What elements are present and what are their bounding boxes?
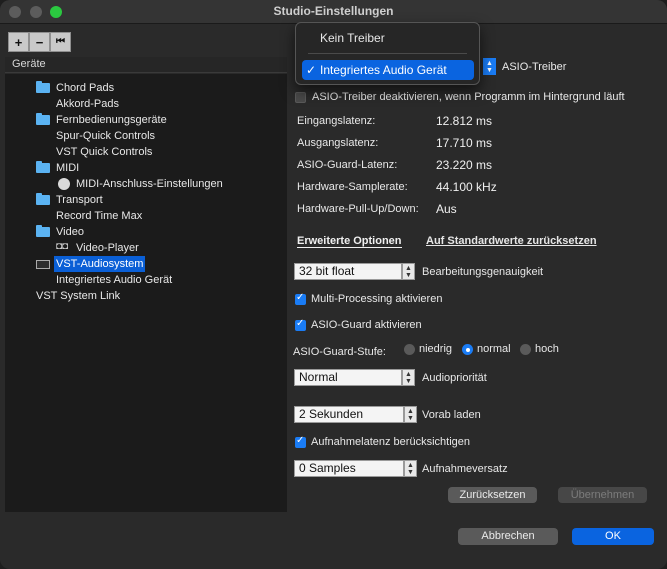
asio-guard-checkbox[interactable]	[295, 318, 306, 331]
pull-up-down-label: Hardware-Pull-Up/Down:	[297, 203, 419, 215]
record-offset-select[interactable]: 0 Samples	[294, 460, 404, 477]
tree-item-label: Record Time Max	[56, 210, 143, 222]
audio-priority-stepper[interactable]: ▲ ▼	[402, 369, 415, 386]
tree-item-label: VST Quick Controls	[56, 146, 153, 158]
checkmark-icon: ✓	[306, 63, 317, 77]
driver-dropdown-menu: Kein Treiber ✓ Integriertes Audio Gerät	[295, 22, 480, 85]
asio-guard-latency-label: ASIO-Guard-Latenz:	[297, 159, 398, 171]
menu-item-label: Kein Treiber	[320, 31, 385, 45]
radio-niedrig-label: niedrig	[419, 343, 453, 355]
tree-item-record-time-max[interactable]: Record Time Max	[56, 208, 142, 224]
reset-device-button[interactable]: ⏮	[50, 32, 71, 52]
record-offset-label: Aufnahmeversatz	[422, 463, 508, 475]
dialog-footer: Abbrechen OK	[0, 514, 667, 569]
radio-niedrig[interactable]	[404, 344, 415, 355]
tab-advanced-options[interactable]: Erweiterte Optionen	[297, 235, 402, 248]
device-tree: Chord Pads Akkord-Pads Fernbedienungsger…	[5, 74, 287, 512]
precision-label: Bearbeitungsgenauigkeit	[422, 266, 544, 278]
asio-guard-label: ASIO-Guard aktivieren	[311, 319, 422, 331]
record-latency-label: Aufnahmelatenz berücksichtigen	[311, 436, 470, 448]
window-title: Studio-Einstellungen	[273, 4, 394, 18]
remove-device-button[interactable]: −	[29, 32, 50, 52]
devices-header: Geräte	[5, 57, 287, 73]
precision-select[interactable]: 32 bit float	[294, 263, 402, 280]
device-toolbar: + − ⏮	[8, 32, 71, 52]
asio-guard-latency-value: 23.220 ms	[436, 158, 493, 172]
tree-item-vst-quick-controls[interactable]: VST Quick Controls	[56, 144, 152, 160]
folder-icon	[36, 81, 50, 93]
input-latency-value: 12.812 ms	[436, 114, 493, 128]
add-device-button[interactable]: +	[8, 32, 29, 52]
preload-select[interactable]: 2 Sekunden	[294, 406, 404, 423]
driver-stepper[interactable]: ▲ ▼	[483, 58, 496, 75]
reset-button[interactable]: Zurücksetzen	[448, 487, 537, 503]
menu-item-label: Integriertes Audio Gerät	[320, 63, 447, 77]
video-icon: ◘◘	[56, 241, 69, 252]
tree-item-label: VST System Link	[36, 290, 121, 302]
radio-normal-label: normal	[477, 343, 511, 355]
tree-item-spur-quick-controls[interactable]: Spur-Quick Controls	[56, 128, 155, 144]
settings-pane: ▲ ▼ ASIO-Treiber ASIO-Treiber deaktiviere…	[288, 26, 660, 512]
radio-hoch[interactable]	[520, 344, 531, 355]
tree-item-label: Video-Player	[76, 242, 139, 254]
tree-item-label: Chord Pads	[56, 82, 115, 94]
tree-item-label: MIDI	[56, 162, 80, 174]
precision-stepper[interactable]: ▲ ▼	[402, 263, 415, 280]
deactivate-driver-label: ASIO-Treiber deaktivieren, wenn Programm…	[312, 91, 625, 103]
tree-item-label: MIDI-Anschluss-Einstellungen	[76, 178, 223, 190]
radio-hoch-label: hoch	[535, 343, 559, 355]
multi-processing-checkbox[interactable]	[295, 292, 306, 305]
folder-icon	[36, 193, 50, 205]
tree-item-midi-anschluss[interactable]: MIDI-Anschluss-Einstellungen	[56, 176, 256, 192]
ok-button[interactable]: OK	[572, 528, 654, 545]
record-offset-stepper[interactable]: ▲ ▼	[404, 460, 417, 477]
tree-item-video-player[interactable]: ◘◘ Video-Player	[56, 240, 176, 256]
output-latency-value: 17.710 ms	[436, 136, 493, 150]
record-latency-checkbox[interactable]	[295, 435, 306, 448]
menu-item-integrated-audio[interactable]: ✓ Integriertes Audio Gerät	[302, 60, 474, 80]
tree-item-vst-audiosystem[interactable]: VST-Audiosystem	[36, 256, 166, 272]
tree-item-label: Video	[56, 226, 84, 238]
tree-item-label: Akkord-Pads	[56, 98, 119, 110]
asio-driver-label: ASIO-Treiber	[502, 61, 567, 73]
samplerate-label: Hardware-Samplerate:	[297, 181, 408, 193]
input-latency-label: Eingangslatenz:	[297, 115, 376, 127]
menu-separator	[308, 53, 467, 54]
tree-item-label: Integriertes Audio Gerät	[56, 274, 173, 286]
preload-stepper[interactable]: ▲ ▼	[404, 406, 417, 423]
audio-priority-select[interactable]: Normal	[294, 369, 402, 386]
output-latency-label: Ausgangslatenz:	[297, 137, 379, 149]
radio-normal[interactable]	[462, 344, 473, 355]
deactivate-driver-checkbox[interactable]	[295, 92, 306, 103]
folder-icon	[36, 113, 50, 125]
audio-device-icon	[36, 260, 50, 269]
tree-item-vst-system-link[interactable]: VST System Link	[36, 288, 120, 304]
tree-item-integriertes-audio-geraet[interactable]: Integriertes Audio Gerät	[56, 272, 172, 288]
tree-item-label: Fernbedienungsgeräte	[56, 114, 167, 126]
reset-defaults-link[interactable]: Auf Standardwerte zurücksetzen	[426, 235, 597, 247]
folder-icon	[36, 225, 50, 237]
multi-processing-label: Multi-Processing aktivieren	[311, 293, 443, 305]
asio-guard-level-label: ASIO-Guard-Stufe:	[293, 346, 386, 358]
pull-up-down-value: Aus	[436, 202, 457, 216]
folder-icon	[36, 161, 50, 173]
apply-button[interactable]: Übernehmen	[558, 487, 647, 503]
audio-priority-label: Audiopriorität	[422, 372, 487, 384]
cancel-button[interactable]: Abbrechen	[458, 528, 558, 545]
midi-port-icon	[58, 178, 70, 190]
preload-label: Vorab laden	[422, 409, 481, 421]
menu-item-no-driver[interactable]: Kein Treiber	[302, 28, 473, 48]
tree-item-label: VST-Audiosystem	[54, 256, 146, 272]
studio-settings-window: Studio-Einstellungen + − ⏮ Geräte Chord …	[0, 0, 667, 569]
titlebar: Studio-Einstellungen	[0, 0, 667, 24]
tree-item-label: Transport	[56, 194, 103, 206]
tree-item-label: Spur-Quick Controls	[56, 130, 156, 142]
samplerate-value: 44.100 kHz	[436, 180, 497, 194]
tree-item-akkord-pads[interactable]: Akkord-Pads	[56, 96, 119, 112]
